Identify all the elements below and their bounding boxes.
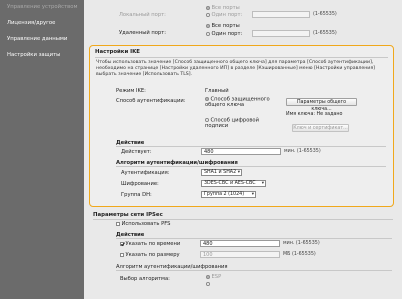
auth-algorithm-label: Аутентификация:	[121, 170, 170, 176]
chevron-down-icon: ▾	[237, 170, 240, 176]
ike-mode-label: Режим IKE:	[116, 88, 146, 94]
dh-group-label: Группа DH:	[121, 192, 152, 198]
remote-port-range: (1-65535)	[313, 31, 337, 36]
local-all-ports-label: Все порты	[211, 5, 240, 11]
lifetime-input[interactable]: 480	[201, 148, 281, 155]
divider	[116, 166, 386, 167]
esp-option-radio[interactable]	[206, 281, 212, 287]
encryption-select[interactable]: 3DES-CBC и AES-CBC ▾	[201, 180, 266, 187]
dh-group-value: Группа 2 (1024)	[204, 192, 245, 197]
auth-signature-radio[interactable]: Способ цифровой подписи	[205, 118, 267, 130]
radio-icon	[206, 274, 210, 279]
encryption-label: Шифрование:	[121, 181, 159, 187]
by-size-unit: МБ (1-65535)	[283, 252, 316, 257]
by-time-input[interactable]: 480	[200, 240, 280, 247]
by-time-label: Указать по времени	[125, 241, 181, 247]
by-size-label: Указать по размеру	[125, 252, 180, 258]
by-time-unit: мин. (1-65535)	[283, 241, 320, 246]
shared-key-settings-button[interactable]: Параметры общего ключа...	[286, 98, 357, 112]
auth-algorithm-select[interactable]: SHA1 и SHA2 ▾	[201, 169, 242, 176]
encryption-value: 3DES-CBC и AES-CBC	[204, 181, 256, 186]
key-certificate-button[interactable]: Ключ и сертификат...	[292, 124, 349, 132]
radio-icon	[205, 97, 209, 101]
divider	[116, 238, 392, 239]
local-port-input[interactable]	[252, 11, 310, 18]
remote-single-port-label: Один порт:	[211, 31, 243, 37]
sidebar-item-device-management[interactable]: Управление устройством	[7, 4, 77, 10]
radio-icon	[206, 23, 210, 28]
remote-single-port-radio[interactable]: Один порт:	[206, 31, 242, 37]
checkbox-icon	[116, 221, 120, 226]
esp-radio[interactable]: ESP	[206, 274, 221, 280]
ike-settings-panel: Настройки IKE Чтобы использовать значени…	[89, 45, 394, 207]
auth-psk-radio[interactable]: Способ защищенного общего ключа	[205, 97, 271, 109]
divider	[93, 218, 393, 220]
radio-icon	[206, 12, 210, 17]
ike-description: Чтобы использовать значение [Способ защи…	[96, 60, 375, 78]
key-name-label: Имя ключа: Не задано	[286, 112, 343, 117]
divider	[116, 146, 386, 147]
divider	[116, 270, 392, 271]
local-single-port-label: Один порт:	[211, 12, 243, 18]
radio-icon	[206, 281, 210, 286]
checkbox-icon	[120, 252, 124, 257]
auth-signature-label: Способ цифровой подписи	[205, 117, 259, 130]
local-port-range: (1-65535)	[313, 12, 337, 17]
remote-all-ports-radio[interactable]: Все порты	[206, 23, 240, 29]
divider	[95, 56, 388, 58]
remote-all-ports-label: Все порты	[211, 23, 240, 29]
by-size-checkbox[interactable]: Указать по размеру	[120, 252, 180, 258]
use-pfs-label: Использовать PFS	[121, 221, 171, 227]
radio-icon	[206, 31, 210, 36]
sidebar-item-license[interactable]: Лицензия/другое	[7, 20, 55, 26]
local-port-label: Локальный порт:	[119, 12, 166, 18]
by-time-checkbox[interactable]: Указать по времени	[120, 241, 180, 247]
ipsec-title: Параметры сети IPSec	[93, 212, 163, 218]
chevron-down-icon: ▾	[251, 192, 254, 198]
by-size-input[interactable]: 100	[200, 251, 280, 258]
checkbox-icon	[120, 241, 124, 246]
local-all-ports-radio[interactable]: Все порты	[206, 5, 240, 11]
auth-algorithm-value: SHA1 и SHA2	[204, 170, 237, 175]
auth-method-label: Способ аутентификации:	[116, 98, 186, 104]
chevron-down-icon: ▾	[261, 181, 264, 187]
lifetime-label: Действует:	[121, 149, 152, 155]
esp-label: ESP	[211, 274, 222, 280]
sidebar: Управление устройством Лицензия/другое У…	[0, 0, 84, 299]
radio-icon	[205, 118, 209, 122]
sidebar-item-security[interactable]: Настройки защиты	[7, 52, 60, 58]
sidebar-item-data-management[interactable]: Управление данными	[7, 36, 67, 42]
radio-icon	[206, 5, 210, 10]
ike-title: Настройки IKE	[95, 49, 140, 55]
auth-psk-label: Способ защищенного общего ключа	[205, 96, 270, 109]
local-single-port-radio[interactable]: Один порт:	[206, 12, 242, 18]
use-pfs-checkbox[interactable]: Использовать PFS	[116, 221, 170, 227]
remote-port-input[interactable]	[252, 30, 310, 37]
lifetime-unit: мин. (1-65535)	[284, 149, 321, 154]
dh-group-select[interactable]: Группа 2 (1024) ▾	[201, 191, 256, 198]
ike-mode-value: Главный	[205, 88, 229, 94]
algorithm-choice-label: Выбор алгоритма:	[120, 276, 170, 282]
remote-port-label: Удаленный порт:	[119, 30, 166, 36]
